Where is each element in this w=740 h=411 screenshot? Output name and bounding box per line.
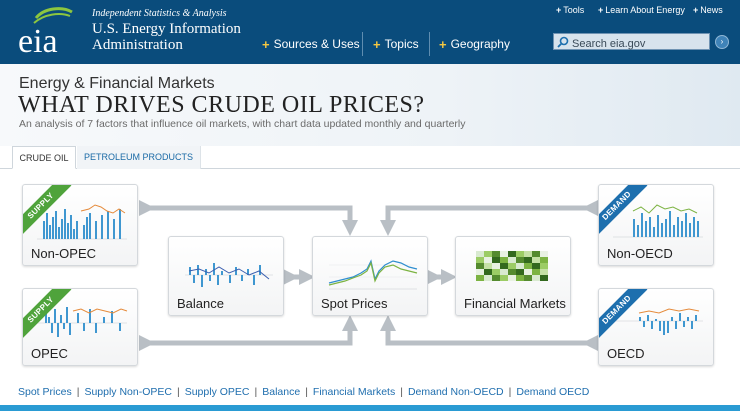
- supply-ribbon: SUPPLY: [23, 185, 75, 237]
- mini-chart-balance: [185, 263, 273, 287]
- ribbon-text: DEMAND: [599, 289, 648, 341]
- org-line-1: U.S. Energy Information: [92, 21, 241, 37]
- util-link-news[interactable]: + News: [693, 5, 723, 15]
- card-label: Balance: [177, 296, 224, 311]
- link-separator: |: [305, 386, 308, 398]
- section-links: Spot Prices | Supply Non-OPEC | Supply OPEC |…: [18, 386, 589, 398]
- mini-heatmap-financial-markets: [476, 251, 548, 281]
- demand-ribbon: DEMAND: [599, 185, 651, 237]
- card-balance[interactable]: Balance: [168, 236, 284, 316]
- card-spot-prices[interactable]: Spot Prices: [312, 236, 428, 316]
- link-separator: |: [254, 386, 258, 398]
- card-label: OECD: [607, 346, 645, 361]
- nav-geography[interactable]: + Geography: [439, 32, 510, 56]
- link-financial-markets[interactable]: Financial Markets: [313, 386, 395, 398]
- util-link-label: Tools: [563, 5, 585, 15]
- nav-topics[interactable]: + Topics: [373, 32, 419, 56]
- org-line-2: Administration: [92, 37, 183, 53]
- demand-ribbon: DEMAND: [599, 289, 651, 341]
- mini-chart-spot-prices: [328, 259, 418, 290]
- plus-icon: +: [693, 5, 699, 15]
- card-label: Financial Markets: [464, 296, 566, 311]
- page: eia Independent Statistics & Analysis U.…: [0, 0, 740, 411]
- nav-divider: [429, 32, 430, 56]
- ribbon-text: SUPPLY: [23, 185, 72, 237]
- ribbon-text: DEMAND: [599, 185, 648, 237]
- card-label: Non-OECD: [607, 246, 673, 261]
- util-link-label: News: [700, 5, 723, 15]
- card-financial-markets[interactable]: Financial Markets: [455, 236, 571, 316]
- supply-ribbon: SUPPLY: [23, 289, 75, 341]
- util-link-tools[interactable]: + Tools: [556, 5, 584, 15]
- tab-petroleum-products[interactable]: PETROLEUM PRODUCTS: [77, 146, 201, 169]
- section-subtitle: Energy & Financial Markets: [19, 75, 215, 92]
- link-demand-non-oecd[interactable]: Demand Non-OECD: [408, 386, 504, 398]
- link-separator: |: [76, 386, 80, 398]
- card-label: OPEC: [31, 346, 68, 361]
- card-oecd[interactable]: OECD DEMAND: [598, 288, 714, 366]
- link-separator: |: [508, 386, 512, 398]
- nav-label: Topics: [384, 37, 419, 51]
- plus-icon: +: [439, 36, 447, 52]
- link-supply-opec[interactable]: Supply OPEC: [185, 386, 250, 398]
- link-spot-prices[interactable]: Spot Prices: [18, 386, 72, 398]
- link-supply-non-opec[interactable]: Supply Non-OPEC: [84, 386, 172, 398]
- footer-accent-bar: [0, 405, 740, 411]
- site-header: eia Independent Statistics & Analysis U.…: [0, 0, 740, 64]
- util-link-learn-about-energy[interactable]: + Learn About Energy: [598, 5, 685, 15]
- plus-icon: +: [262, 36, 270, 52]
- eia-logo[interactable]: eia: [14, 4, 84, 60]
- nav-label: Sources & Uses: [273, 37, 360, 51]
- search-icon: [557, 36, 569, 48]
- search-input[interactable]: [554, 36, 709, 52]
- nav-divider: [362, 32, 363, 56]
- card-opec[interactable]: OPEC SUPPLY: [22, 288, 138, 366]
- plus-icon: +: [556, 5, 562, 15]
- card-label: Non-OPEC: [31, 246, 97, 261]
- plus-icon: +: [598, 5, 604, 15]
- link-separator: |: [400, 386, 403, 398]
- ribbon-text: SUPPLY: [23, 289, 72, 341]
- util-link-label: Learn About Energy: [605, 5, 685, 15]
- nav-sources-uses[interactable]: + Sources & Uses: [262, 32, 360, 56]
- page-description: An analysis of 7 factors that influence …: [19, 118, 466, 130]
- plus-icon: +: [373, 36, 381, 52]
- link-demand-oecd[interactable]: Demand OECD: [516, 386, 589, 398]
- card-non-oecd[interactable]: Non-OECD DEMAND: [598, 184, 714, 266]
- logo-text: eia: [18, 23, 58, 60]
- organization-name[interactable]: U.S. Energy Information Administration: [92, 21, 252, 53]
- link-balance[interactable]: Balance: [262, 386, 300, 398]
- page-title: WHAT DRIVES CRUDE OIL PRICES?: [18, 92, 425, 118]
- card-non-opec[interactable]: Non-OPEC SUPPLY: [22, 184, 138, 266]
- factor-diagram: Non-OPEC SUPPLY OPEC SUPPLY Balance Spot…: [0, 170, 740, 375]
- card-label: Spot Prices: [321, 296, 388, 311]
- tab-crude-oil[interactable]: CRUDE OIL: [12, 146, 76, 169]
- nav-label: Geography: [450, 37, 510, 51]
- search-box: [553, 33, 710, 52]
- tagline: Independent Statistics & Analysis: [92, 8, 227, 19]
- link-separator: |: [176, 386, 180, 398]
- search-submit-button[interactable]: ›: [715, 35, 729, 49]
